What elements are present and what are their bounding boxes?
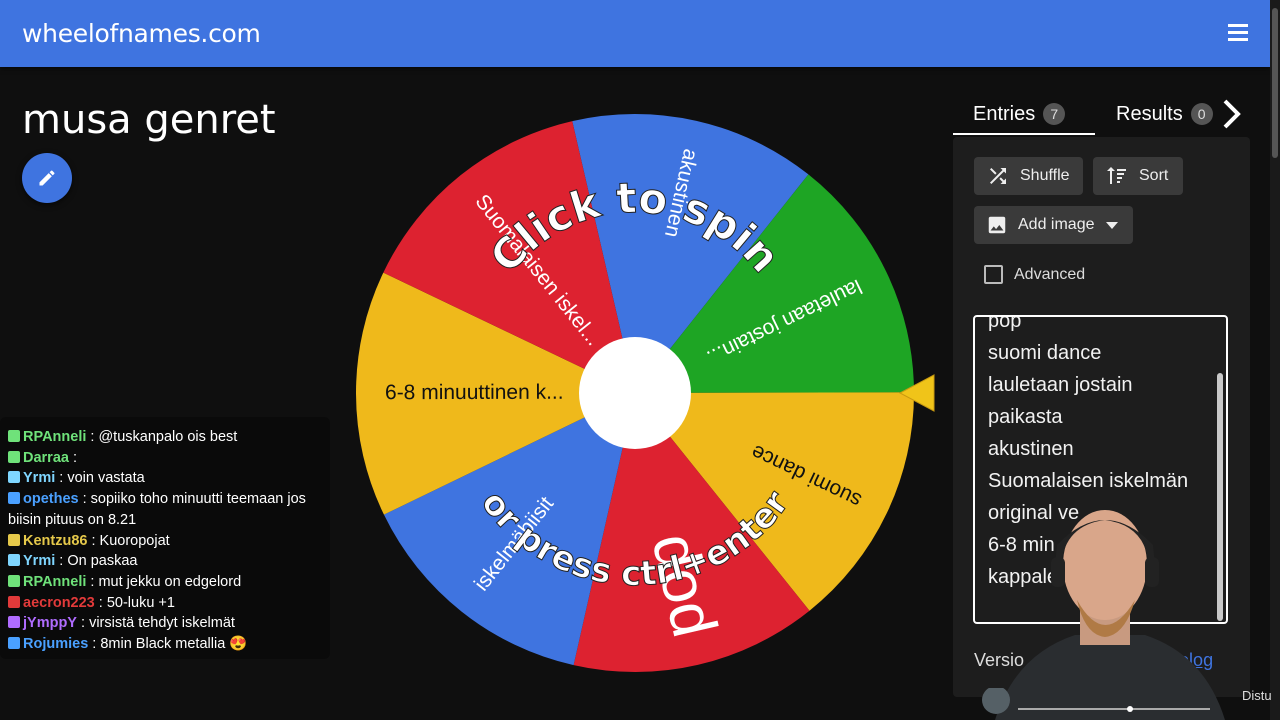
chat-message: RPAnneli : @tuskanpalo ois best (8, 427, 330, 448)
chat-text: : virsistä tehdyt iskelmät (76, 615, 235, 632)
add-image-label: Add image (1018, 216, 1095, 233)
chat-username[interactable]: Yrmi (23, 470, 55, 486)
chat-badge-icon (8, 637, 20, 650)
chat-badge-icon (8, 616, 20, 629)
chat-badge-icon (8, 492, 20, 505)
results-count-badge: 0 (1190, 103, 1213, 125)
chat-message: jYmppY : virsistä tehdyt iskelmät (8, 613, 330, 634)
media-slider-bar[interactable] (980, 688, 1280, 720)
chat-message: RPAnneli : mut jekku on edgelord (8, 572, 330, 593)
hamburger-menu-icon[interactable] (1228, 24, 1248, 42)
chat-username[interactable]: RPAnneli (23, 429, 86, 445)
chat-text: : voin vastata (55, 470, 145, 487)
shuffle-label: Shuffle (1020, 167, 1070, 184)
chat-badge-icon (8, 595, 20, 608)
chat-username[interactable]: Rojumies (23, 636, 88, 652)
chat-text: : On paskaa (55, 553, 138, 570)
shuffle-button[interactable]: Shuffle (974, 157, 1083, 195)
tab-results-label: Results (1116, 102, 1183, 125)
advanced-label: Advanced (1014, 265, 1086, 283)
sort-icon (1107, 167, 1126, 184)
chat-badge-icon (8, 574, 20, 587)
wheel-slice-label: 6-8 minuuttinen k... (385, 381, 564, 404)
advanced-checkbox[interactable] (984, 265, 1003, 284)
site-logo-text[interactable]: wheelofnames.com (22, 19, 261, 48)
chat-text: : Kuoropojat (87, 532, 170, 549)
caret-down-icon[interactable] (1105, 220, 1119, 230)
stream-overlay-label: Distu (1242, 688, 1272, 703)
chat-username[interactable]: Yrmi (23, 553, 55, 569)
entry-line: pop (988, 315, 1022, 332)
chat-message: aecron223 : 50-luku +1 (8, 593, 330, 614)
image-icon (988, 216, 1006, 234)
entries-count-badge: 7 (1043, 103, 1066, 125)
page-scrollbar[interactable] (1270, 0, 1280, 720)
chat-username[interactable]: Darraa (23, 450, 69, 466)
pencil-icon (39, 170, 55, 186)
chat-username[interactable]: Kentzu86 (23, 533, 87, 549)
tab-results[interactable]: Results 0 (1116, 92, 1213, 136)
advanced-toggle[interactable]: Advanced (984, 265, 1085, 284)
shuffle-icon (990, 168, 1006, 184)
chat-message: opethes : sopiiko toho minuutti teemaan … (8, 489, 330, 530)
active-tab-indicator (953, 133, 1095, 135)
chat-message: Kentzu86 : Kuoropojat (8, 531, 330, 552)
chat-badge-icon (8, 554, 20, 567)
tab-entries-label: Entries (973, 102, 1036, 125)
sort-button[interactable]: Sort (1093, 157, 1183, 195)
entry-line: lauletaan jostain (988, 374, 1133, 396)
chat-message: Yrmi : On paskaa (8, 551, 330, 572)
tab-entries[interactable]: Entries 7 (973, 92, 1066, 136)
chat-badge-icon (8, 533, 20, 546)
chat-message: Rojumies : 8min Black metallia 😍 (8, 634, 330, 655)
chat-text: : (68, 449, 78, 466)
panel-tabs: Entries 7 Results 0 (953, 92, 1253, 136)
wheel-title: musa genret (22, 97, 276, 143)
chat-username[interactable]: aecron223 (23, 595, 95, 611)
chat-badge-icon (8, 430, 20, 442)
chat-text: : @tuskanpalo ois best (86, 429, 238, 445)
entry-line: paikasta (988, 406, 1063, 428)
edit-title-button[interactable] (22, 153, 72, 203)
chat-text: : mut jekku on edgelord (86, 573, 242, 590)
chat-username[interactable]: RPAnneli (23, 574, 86, 590)
entry-line: Suomalaisen iskelmän (988, 470, 1189, 492)
chat-text: : 8min Black metallia 😍 (88, 636, 248, 653)
top-navbar: wheelofnames.com (0, 0, 1270, 67)
wheel-center-hub (579, 337, 691, 449)
chat-username[interactable]: jYmppY (23, 615, 77, 631)
spin-wheel[interactable]: akustinenlauletaan jostain...suomi dance… (355, 113, 915, 673)
chevron-right-icon[interactable] (1221, 98, 1243, 130)
chat-message: Yrmi : voin vastata (8, 468, 330, 489)
chat-username[interactable]: opethes (23, 491, 79, 507)
chat-text: : 50-luku +1 (94, 594, 175, 611)
add-image-button[interactable]: Add image (974, 206, 1133, 244)
entry-line: suomi dance (988, 342, 1102, 364)
chat-message: Darraa : (8, 448, 330, 469)
wheel-pointer-icon (898, 374, 935, 412)
chat-badge-icon (8, 450, 20, 463)
chat-badge-icon (8, 471, 20, 484)
entry-line: akustinen (988, 438, 1074, 460)
stream-chat-overlay: RPAnneli : @tuskanpalo ois best Darraa :Y… (0, 417, 330, 659)
sort-label: Sort (1139, 167, 1169, 184)
